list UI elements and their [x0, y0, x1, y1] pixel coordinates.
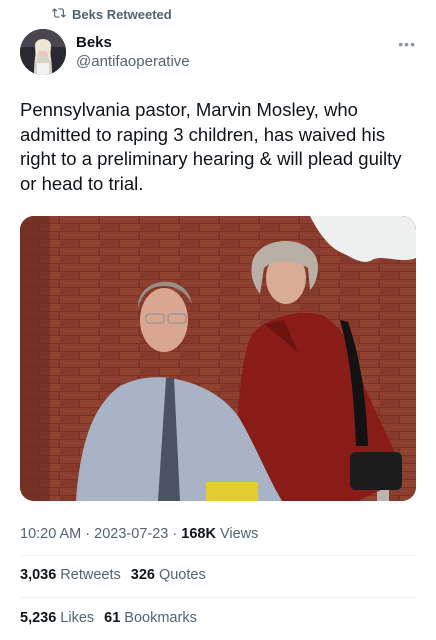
author-handle[interactable]: @antifaoperative [76, 52, 190, 71]
tweet-metadata: 10:20 AM · 2023-07-23 · 168K Views [20, 526, 258, 542]
quotes-label: Quotes [158, 567, 206, 583]
retweets-label: Retweets [60, 567, 121, 583]
meta-separator: · [172, 526, 178, 542]
meta-separator: · [85, 526, 91, 542]
retweets-stat[interactable]: 3,036 Retweets [20, 567, 121, 583]
divider [20, 597, 416, 598]
tweet-author[interactable]: Beks @antifaoperative [20, 29, 190, 75]
tweet-text: Pennsylvania pastor, Marvin Mosley, who … [20, 99, 402, 194]
tweet-time[interactable]: 10:20 AM [20, 526, 81, 542]
more-icon[interactable]: ••• [398, 36, 416, 52]
likes-stat[interactable]: 5,236 Likes [20, 610, 94, 626]
retweeted-label: Beks Retweeted [72, 7, 172, 22]
engagement-stats-row-1: 3,036 Retweets 326 Quotes [20, 567, 206, 583]
bookmarks-stat[interactable]: 61 Bookmarks [104, 610, 197, 626]
avatar[interactable] [20, 29, 66, 75]
tweet-photo[interactable] [20, 216, 416, 501]
bookmarks-label: Bookmarks [124, 610, 197, 626]
quotes-count: 326 [130, 567, 155, 583]
divider [20, 555, 416, 556]
bookmarks-count: 61 [104, 610, 121, 626]
quotes-stat[interactable]: 326 Quotes [131, 567, 206, 583]
likes-count: 5,236 [20, 610, 57, 626]
engagement-stats-row-2: 5,236 Likes 61 Bookmarks [20, 610, 197, 626]
tweet-date[interactable]: 2023-07-23 [94, 526, 168, 542]
retweet-icon [52, 6, 66, 23]
retweets-count: 3,036 [20, 567, 57, 583]
author-display-name[interactable]: Beks [76, 33, 190, 52]
views-count: 168K [181, 526, 216, 542]
retweeted-indicator[interactable]: Beks Retweeted [52, 6, 172, 23]
views-label: Views [219, 526, 259, 542]
likes-label: Likes [60, 610, 95, 626]
